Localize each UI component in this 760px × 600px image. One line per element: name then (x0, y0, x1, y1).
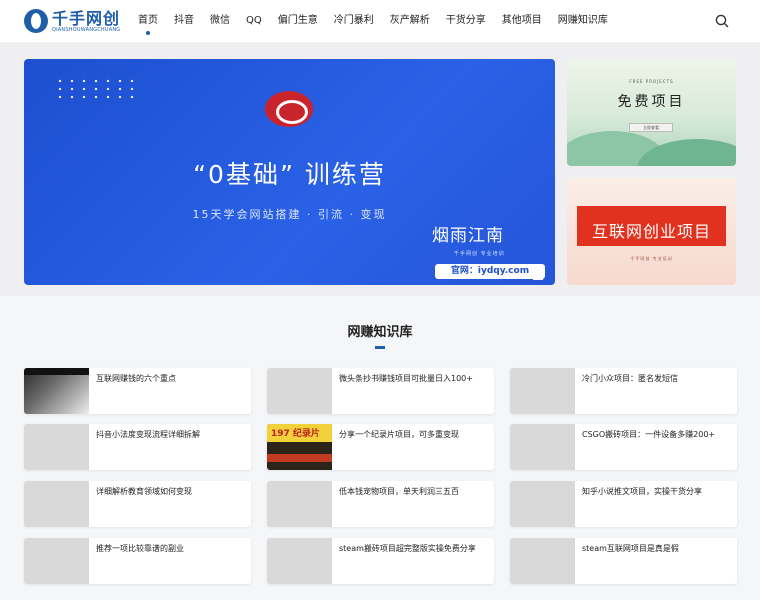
hero-signature: 烟雨江南 (432, 226, 504, 246)
article-thumbnail (24, 368, 89, 414)
article-title: 推荐一项比较靠谱的副业 (96, 544, 184, 553)
article-card[interactable]: 冷门小众项目：匿名发短信 (510, 368, 737, 414)
card-tag: FREE PROJECTS (629, 79, 674, 84)
logo-name: 千手网创 (52, 8, 121, 28)
carousel-indicator[interactable] (533, 277, 543, 280)
article-title: 详细解析教育领域如何变现 (96, 487, 192, 496)
logo-mark-icon (24, 9, 48, 33)
article-thumbnail (24, 538, 89, 584)
nav-other-projects[interactable]: 其他项目 (502, 0, 542, 42)
card-caption: 互联网创业项目 (591, 222, 711, 241)
article-thumbnail (510, 424, 575, 470)
article-thumbnail (510, 368, 575, 414)
article-title: 分享一个纪录片项目，可多重变现 (339, 430, 459, 439)
nav-niche-business[interactable]: 偏门生意 (278, 0, 318, 42)
article-card[interactable]: 抖音小法度变现流程详细拆解 (24, 424, 251, 470)
article-card[interactable]: CSGO搬砖项目：一件设备多赚200+ (510, 424, 737, 470)
article-thumbnail (510, 538, 575, 584)
article-card[interactable]: steam互联网项目是真是假 (510, 538, 737, 584)
logo-subtitle: QIANSHOUWANGCHUANG (52, 26, 121, 33)
article-thumbnail (267, 368, 332, 414)
article-card[interactable]: steam搬砖项目超完整版实操免费分享 (267, 538, 494, 584)
article-thumbnail (24, 481, 89, 527)
article-thumbnail (24, 424, 89, 470)
view-button[interactable]: 立即查看 (629, 123, 673, 132)
article-card[interactable]: 知乎小说推文项目，实操干货分享 (510, 481, 737, 527)
thumbnail-caption: 197 纪录片 (271, 429, 320, 439)
nav-douyin[interactable]: 抖音 (174, 0, 194, 42)
emblem-icon (265, 91, 313, 127)
article-thumbnail (267, 538, 332, 584)
article-title: CSGO搬砖项目：一件设备多赚200+ (582, 430, 716, 439)
article-title: 冷门小众项目：匿名发短信 (582, 374, 678, 383)
article-thumbnail (267, 481, 332, 527)
article-card[interactable]: 197 纪录片 分享一个纪录片项目，可多重变现 (267, 424, 494, 470)
hero-title: “0基础” 训练营 (193, 160, 386, 189)
logo-text: 千手网创 QIANSHOUWANGCHUANG (52, 10, 120, 33)
hero-slogan: 千手网创 专业培训 (454, 251, 505, 257)
nav-tips-share[interactable]: 干货分享 (446, 0, 486, 42)
article-title: 抖音小法度变现流程详细拆解 (96, 430, 200, 439)
nav-cold-profit[interactable]: 冷门暴利 (334, 0, 374, 42)
main-nav: 首页 抖音 微信 QQ 偏门生意 冷门暴利 灰产解析 干货分享 其他项目 网赚知… (138, 0, 624, 42)
search-icon[interactable] (714, 13, 730, 29)
article-title: 微头条抄书赚钱项目可批量日入100+ (339, 374, 473, 383)
article-title: 互联网赚钱的六个重点 (96, 374, 176, 383)
dots-pattern (54, 77, 134, 101)
free-projects-card[interactable]: FREE PROJECTS 免费项目 立即查看 (567, 59, 736, 166)
nav-home[interactable]: 首页 (138, 0, 158, 42)
hero-site-badge: 官网：iydqy.com (435, 264, 545, 279)
article-title: steam互联网项目是真是假 (582, 544, 679, 553)
hero-subtitle: 15天学会网站搭建 · 引流 · 变现 (192, 208, 387, 221)
site-header: 千手网创 QIANSHOUWANGCHUANG 首页 抖音 微信 QQ 偏门生意… (0, 0, 760, 42)
section-underline (375, 346, 385, 349)
article-card[interactable]: 微头条抄书赚钱项目可批量日入100+ (267, 368, 494, 414)
site-logo[interactable]: 千手网创 QIANSHOUWANGCHUANG (24, 8, 120, 34)
section-title: 网赚知识库 (347, 325, 413, 340)
nav-qq[interactable]: QQ (246, 0, 262, 42)
article-card[interactable]: 互联网赚钱的六个重点 (24, 368, 251, 414)
article-card[interactable]: 详细解析教育领域如何变现 (24, 481, 251, 527)
hero-banner[interactable]: “0基础” 训练营 15天学会网站搭建 · 引流 · 变现 烟雨江南 千手网创 … (24, 59, 555, 285)
nav-knowledge-base[interactable]: 网赚知识库 (558, 0, 608, 42)
article-thumbnail (510, 481, 575, 527)
article-title: 知乎小说推文项目，实操干货分享 (582, 487, 702, 496)
article-title: steam搬砖项目超完整版实操免费分享 (339, 544, 476, 553)
nav-gray-analysis[interactable]: 灰产解析 (390, 0, 430, 42)
startup-projects-card[interactable]: 互联网创业项目 千手网创 专业培训 (567, 178, 736, 285)
article-card[interactable]: 低本钱宠物项目，单天利润三五百 (267, 481, 494, 527)
article-card[interactable]: 推荐一项比较靠谱的副业 (24, 538, 251, 584)
article-title: 低本钱宠物项目，单天利润三五百 (339, 487, 459, 496)
nav-wechat[interactable]: 微信 (210, 0, 230, 42)
card-caption: 免费项目 (617, 94, 686, 110)
card-slogan: 千手网创 专业培训 (630, 256, 673, 261)
article-thumbnail: 197 纪录片 (267, 424, 332, 470)
